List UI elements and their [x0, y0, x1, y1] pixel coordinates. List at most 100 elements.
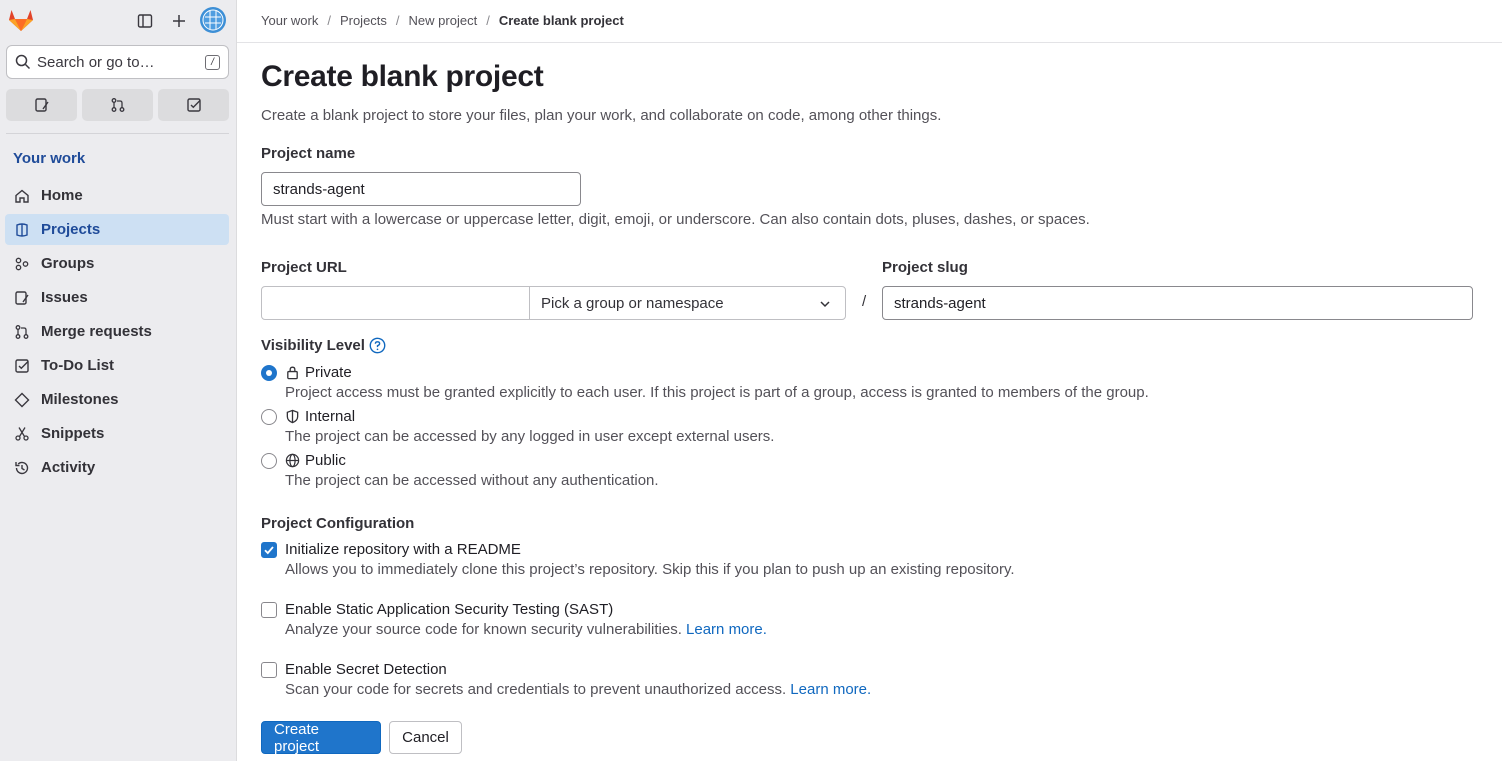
project-name-field[interactable]: strands-agent [261, 172, 581, 206]
sast-description-text: Analyze your source code for known secur… [285, 621, 682, 638]
visibility-level-label: Visibility Level [261, 337, 386, 354]
page-title: Create blank project [261, 60, 544, 93]
namespace-select[interactable]: Pick a group or namespace [529, 286, 846, 320]
secret-detection-learn-more-link[interactable]: Learn more. [790, 681, 871, 698]
toggle-sidebar-icon[interactable] [132, 8, 158, 34]
search-shortcut-key: / [205, 55, 220, 70]
visibility-internal-description: The project can be accessed by any logge… [285, 428, 775, 445]
breadcrumb-separator: / [395, 13, 400, 28]
plus-icon[interactable] [166, 8, 192, 34]
breadcrumb-separator: / [486, 13, 490, 28]
question-circle-icon[interactable] [369, 337, 386, 354]
visibility-public-description: The project can be accessed without any … [285, 472, 659, 489]
issues-icon [34, 98, 49, 112]
project-name-help: Must start with a lowercase or uppercase… [261, 211, 1090, 228]
project-slug-label: Project slug [882, 259, 968, 276]
sidebar-divider [6, 133, 229, 134]
secret-detection-description: Scan your code for secrets and credentia… [285, 681, 871, 698]
sidebar-item-label: Projects [41, 221, 101, 238]
search-icon [15, 54, 31, 70]
create-project-button[interactable]: Create project [261, 721, 381, 755]
breadcrumb-new-project[interactable]: New project [409, 13, 478, 28]
visibility-public-radio[interactable] [261, 453, 277, 469]
sidebar-item-milestones[interactable]: Milestones [5, 384, 229, 415]
sidebar-item-groups[interactable]: Groups [5, 248, 229, 279]
sidebar-item-label: Snippets [41, 425, 105, 442]
readme-checkbox[interactable] [261, 542, 277, 558]
namespace-placeholder: Pick a group or namespace [541, 294, 724, 312]
group-icon [13, 255, 30, 272]
merge-request-icon [13, 323, 30, 340]
readme-option-label[interactable]: Initialize repository with a README [285, 541, 521, 558]
project-slug-field[interactable]: strands-agent [882, 286, 1473, 320]
issues-icon [13, 289, 30, 306]
visibility-internal-option[interactable]: Internal [285, 408, 355, 425]
sast-description: Analyze your source code for known secur… [285, 621, 767, 638]
url-separator: / [862, 293, 867, 310]
sidebar-item-merge-requests[interactable]: Merge requests [5, 316, 229, 347]
checkmark-icon [264, 546, 274, 555]
secret-detection-checkbox[interactable] [261, 662, 277, 678]
sidebar-item-label: Activity [41, 459, 96, 476]
main-content: Your work / Projects / New project / Cre… [237, 0, 1502, 761]
visibility-option-label: Private [305, 364, 352, 381]
project-configuration-label: Project Configuration [261, 515, 415, 532]
lock-icon [287, 366, 298, 380]
sidebar-item-label: Issues [41, 289, 88, 306]
search-placeholder: Search or go to… [37, 53, 155, 71]
sidebar-item-snippets[interactable]: Snippets [5, 418, 229, 449]
readme-description: Allows you to immediately clone this pro… [285, 561, 1015, 578]
gitlab-logo-icon[interactable] [8, 8, 36, 32]
cancel-button[interactable]: Cancel [389, 721, 462, 754]
breadcrumb-your-work[interactable]: Your work [261, 13, 318, 28]
sidebar-item-issues[interactable]: Issues [5, 282, 229, 313]
breadcrumb-separator: / [327, 13, 331, 28]
top-bar: Your work / Projects / New project / Cre… [237, 0, 1502, 43]
sast-checkbox[interactable] [261, 602, 277, 618]
sidebar-top [0, 6, 237, 34]
sast-learn-more-link[interactable]: Learn more. [686, 621, 767, 638]
merge-request-icon [111, 98, 124, 112]
milestone-icon [13, 391, 30, 408]
page-description: Create a blank project to store your fil… [261, 107, 942, 124]
sidebar-item-label: Home [41, 187, 83, 204]
breadcrumb-current[interactable]: Create blank project [499, 13, 624, 28]
history-icon [13, 459, 30, 476]
home-icon [13, 187, 30, 204]
chevron-down-icon [820, 301, 830, 308]
visibility-private-option[interactable]: Private [285, 364, 352, 381]
secret-detection-description-text: Scan your code for secrets and credentia… [285, 681, 787, 698]
assigned-issues-button[interactable] [6, 89, 77, 121]
sidebar-item-label: Milestones [41, 391, 119, 408]
visibility-private-description: Project access must be granted explicitl… [285, 384, 1149, 401]
sidebar-item-label: Groups [41, 255, 95, 272]
sidebar-section-title[interactable]: Your work [13, 150, 85, 167]
todo-icon [13, 357, 30, 374]
avatar[interactable] [200, 7, 226, 33]
merge-requests-button[interactable] [82, 89, 153, 121]
secret-detection-option-label[interactable]: Enable Secret Detection [285, 661, 447, 678]
shield-icon [286, 409, 299, 424]
visibility-level-text: Visibility Level [261, 337, 365, 354]
project-url-field[interactable] [261, 286, 531, 320]
sidebar-item-todo-list[interactable]: To-Do List [5, 350, 229, 381]
visibility-private-radio[interactable] [261, 365, 277, 381]
breadcrumb-projects[interactable]: Projects [340, 13, 387, 28]
search-input[interactable]: Search or go to… / [6, 45, 229, 79]
todo-icon [186, 98, 201, 112]
project-url-label: Project URL [261, 259, 347, 276]
project-name-label: Project name [261, 145, 356, 162]
visibility-internal-radio[interactable] [261, 409, 277, 425]
sidebar-item-activity[interactable]: Activity [5, 452, 229, 483]
sidebar-item-label: To-Do List [41, 357, 115, 374]
sidebar-item-home[interactable]: Home [5, 180, 229, 211]
sidebar-item-projects[interactable]: Projects [5, 214, 229, 245]
sidebar-item-label: Merge requests [41, 323, 152, 340]
breadcrumb: Your work / Projects / New project / Cre… [261, 13, 624, 28]
todo-button[interactable] [158, 89, 229, 121]
globe-icon [285, 453, 300, 468]
visibility-option-label: Public [305, 452, 346, 469]
visibility-public-option[interactable]: Public [285, 452, 346, 469]
visibility-option-label: Internal [305, 408, 356, 425]
sast-option-label[interactable]: Enable Static Application Security Testi… [285, 601, 613, 618]
